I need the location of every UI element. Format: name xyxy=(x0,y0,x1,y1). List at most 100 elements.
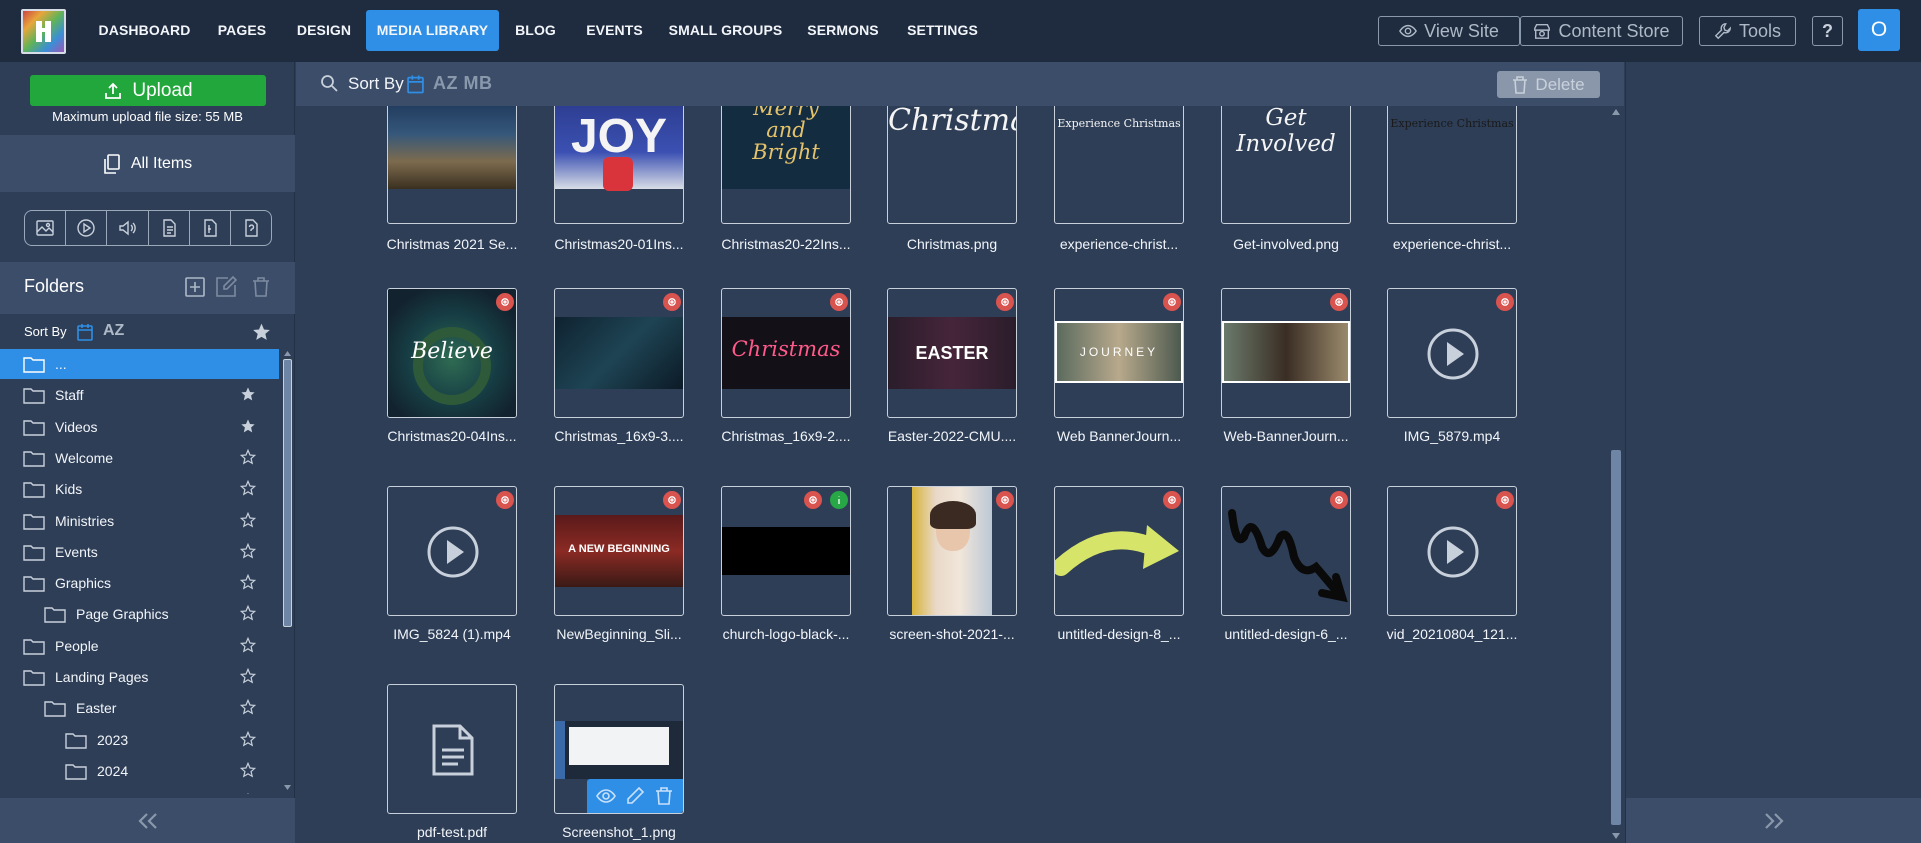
folder-item[interactable]: People xyxy=(0,631,279,661)
nav-pages[interactable]: PAGES xyxy=(212,10,272,51)
star-filled-icon[interactable] xyxy=(240,418,256,434)
folder-scroll-thumb[interactable] xyxy=(283,359,292,627)
thumb-text-believe: Believe xyxy=(411,339,493,364)
media-thumbnail[interactable] xyxy=(554,684,684,814)
scroll-down-icon[interactable] xyxy=(284,785,291,790)
nav-media-library[interactable]: MEDIA LIBRARY xyxy=(366,10,499,51)
star-icon[interactable] xyxy=(240,480,256,496)
view-site-button[interactable]: View Site xyxy=(1378,16,1520,46)
add-folder-icon[interactable] xyxy=(183,275,207,299)
folder-item[interactable]: 2024 xyxy=(0,756,279,786)
media-thumbnail[interactable] xyxy=(554,288,684,418)
folder-sort-alpha[interactable]: AZ xyxy=(103,322,124,340)
star-icon[interactable] xyxy=(240,636,256,653)
nav-dashboard[interactable]: DASHBOARD xyxy=(96,10,193,51)
media-thumbnail[interactable] xyxy=(721,486,851,616)
star-filled-icon[interactable] xyxy=(240,386,256,402)
nav-design[interactable]: DESIGN xyxy=(290,10,358,51)
media-scroll-thumb[interactable] xyxy=(1611,450,1621,825)
media-filename: vid_20210804_121... xyxy=(1386,626,1518,642)
star-icon[interactable] xyxy=(240,605,256,621)
folder-item[interactable]: Landing Pages xyxy=(0,662,279,692)
other-filter-button[interactable] xyxy=(231,211,271,245)
media-thumbnail[interactable]: JOURNEY xyxy=(1054,288,1184,418)
calendar-sort-icon[interactable] xyxy=(77,323,93,341)
video-filter-button[interactable] xyxy=(66,211,108,245)
star-icon[interactable] xyxy=(240,699,256,715)
folder-item[interactable]: Videos xyxy=(0,412,279,442)
folder-item[interactable]: 2023 xyxy=(0,725,279,755)
calendar-sort-icon[interactable] xyxy=(407,74,424,94)
delete-button[interactable]: Delete xyxy=(1497,71,1600,98)
folder-item[interactable]: Page Graphics xyxy=(0,599,279,629)
content-store-button[interactable]: Content Store xyxy=(1520,16,1683,46)
trash-icon[interactable] xyxy=(654,786,674,806)
pdf-filter-button[interactable] xyxy=(190,211,231,245)
star-icon[interactable] xyxy=(240,511,256,528)
media-thumbnail[interactable] xyxy=(1387,288,1517,418)
folder-item[interactable]: Graphics xyxy=(0,568,279,598)
media-thumbnail[interactable]: A NEW BEGINNING xyxy=(554,486,684,616)
collapse-sidebar-button[interactable] xyxy=(0,798,295,843)
folder-item[interactable]: Ministries xyxy=(0,506,279,536)
folder-item[interactable]: Welcome xyxy=(0,443,279,473)
nav-settings[interactable]: SETTINGS xyxy=(903,10,982,51)
star-icon[interactable] xyxy=(240,448,256,465)
media-scrollbar[interactable] xyxy=(1608,106,1624,843)
folder-item[interactable]: Easter xyxy=(0,693,279,723)
folder-item[interactable]: ... xyxy=(0,349,279,379)
preview-eye-icon[interactable] xyxy=(595,786,616,806)
user-avatar[interactable]: O xyxy=(1858,9,1900,51)
audio-filter-button[interactable] xyxy=(107,211,149,245)
nav-small-groups[interactable]: SMALL GROUPS xyxy=(667,10,784,51)
folder-item[interactable]: Kids xyxy=(0,474,279,504)
media-thumbnail[interactable] xyxy=(387,684,517,814)
media-sort-modes[interactable]: AZ MB xyxy=(433,73,493,94)
help-button[interactable]: ? xyxy=(1812,16,1843,46)
delete-folder-icon[interactable] xyxy=(249,275,273,299)
expand-details-button[interactable] xyxy=(1626,798,1921,843)
media-thumbnail[interactable]: Experience Christmas xyxy=(1054,106,1184,224)
app-logo[interactable] xyxy=(21,9,66,54)
star-icon[interactable] xyxy=(240,761,256,778)
folder-item[interactable]: 2025 xyxy=(0,787,279,794)
media-thumbnail[interactable] xyxy=(1387,486,1517,616)
media-thumbnail[interactable] xyxy=(1221,288,1351,418)
search-icon[interactable] xyxy=(320,74,338,92)
media-thumbnail[interactable] xyxy=(887,486,1017,616)
starred-filter-icon[interactable] xyxy=(251,322,272,342)
folder-item[interactable]: Staff xyxy=(0,380,279,410)
media-thumbnail[interactable] xyxy=(387,106,517,224)
scroll-down-icon[interactable] xyxy=(1612,833,1620,839)
edit-folder-icon[interactable] xyxy=(214,275,238,299)
media-thumbnail[interactable]: Experience Christmas xyxy=(1387,106,1517,224)
nav-blog[interactable]: BLOG xyxy=(508,10,563,51)
media-thumbnail[interactable]: EASTER xyxy=(887,288,1017,418)
media-thumbnail[interactable] xyxy=(387,486,517,616)
tools-button[interactable]: Tools xyxy=(1699,16,1796,46)
all-items-button[interactable]: All Items xyxy=(0,135,295,192)
media-thumbnail[interactable]: Christmas xyxy=(721,288,851,418)
star-icon[interactable] xyxy=(240,730,256,747)
document-filter-button[interactable] xyxy=(149,211,190,245)
media-thumbnail[interactable]: Get Involved xyxy=(1221,106,1351,224)
star-icon[interactable] xyxy=(240,793,256,794)
folder-list-scrollbar[interactable] xyxy=(281,349,293,794)
media-thumbnail[interactable]: Christmas xyxy=(887,106,1017,224)
star-icon[interactable] xyxy=(240,574,256,590)
media-thumbnail[interactable]: JOY xyxy=(554,106,684,224)
folder-item[interactable]: Events xyxy=(0,537,279,567)
media-thumbnail[interactable]: Believe xyxy=(387,288,517,418)
image-filter-button[interactable] xyxy=(25,211,67,245)
scroll-up-icon[interactable] xyxy=(1612,109,1620,115)
media-thumbnail[interactable] xyxy=(1054,486,1184,616)
scroll-up-icon[interactable] xyxy=(284,351,291,356)
nav-sermons[interactable]: SERMONS xyxy=(802,10,884,51)
media-thumbnail[interactable] xyxy=(1221,486,1351,616)
edit-pencil-icon[interactable] xyxy=(625,786,645,806)
media-thumbnail[interactable]: Merry and Bright xyxy=(721,106,851,224)
upload-button[interactable]: Upload xyxy=(30,75,266,106)
nav-events[interactable]: EVENTS xyxy=(581,10,648,51)
star-icon[interactable] xyxy=(240,542,256,559)
star-icon[interactable] xyxy=(240,668,256,684)
